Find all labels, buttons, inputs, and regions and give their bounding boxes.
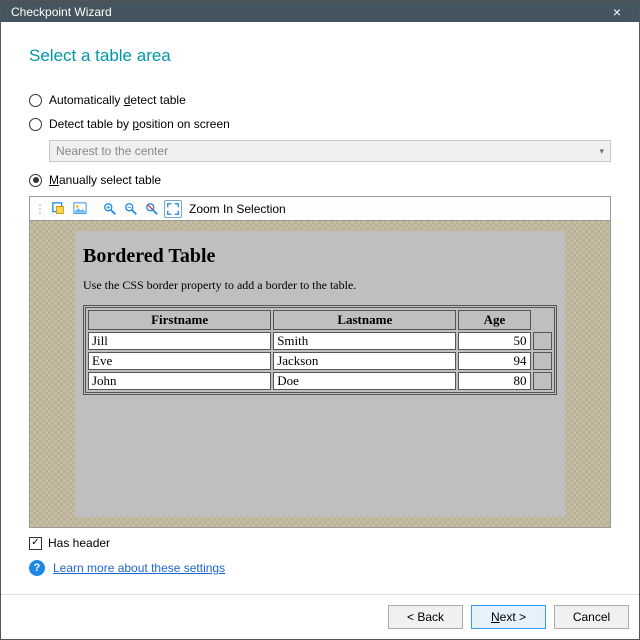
help-link[interactable]: Learn more about these settings	[53, 561, 225, 575]
next-button[interactable]: Next >	[471, 605, 546, 629]
chevron-down-icon: ▾	[599, 146, 604, 157]
preview-page: Bordered Table Use the CSS border proper…	[75, 231, 565, 517]
zoom-fit-icon[interactable]	[164, 200, 182, 218]
back-button[interactable]: < Back	[388, 605, 463, 629]
zoom-in-icon[interactable]	[101, 200, 119, 218]
help-icon[interactable]: ?	[29, 560, 45, 576]
capture-region-icon[interactable]	[50, 200, 68, 218]
page-heading: Select a table area	[29, 46, 611, 66]
zoom-out-icon[interactable]	[122, 200, 140, 218]
close-icon[interactable]: ×	[605, 4, 629, 20]
help-row: ? Learn more about these settings	[29, 560, 611, 576]
sample-table[interactable]: Firstname Lastname Age Jill Smith 50 Eve	[83, 305, 557, 395]
capture-image-icon[interactable]	[71, 200, 89, 218]
titlebar: Checkpoint Wizard ×	[1, 1, 639, 22]
checkpoint-wizard-window: Checkpoint Wizard × Select a table area …	[0, 0, 640, 640]
table-row: Jill Smith 50	[88, 332, 552, 350]
has-header-label: Has header	[48, 536, 110, 550]
cancel-button[interactable]: Cancel	[554, 605, 629, 629]
option-auto-label: Automatically detect table	[49, 93, 186, 107]
radio-icon	[29, 94, 42, 107]
table-row: John Doe 80	[88, 372, 552, 390]
grip-icon: ⋮	[34, 202, 45, 216]
zoom-label: Zoom In Selection	[189, 202, 286, 216]
option-auto-detect[interactable]: Automatically detect table	[29, 93, 611, 107]
wizard-body: Select a table area Automatically detect…	[1, 22, 639, 594]
radio-icon	[29, 174, 42, 187]
preview-canvas[interactable]: Bordered Table Use the CSS border proper…	[30, 221, 610, 527]
col-firstname: Firstname	[88, 310, 271, 330]
zoom-reset-icon[interactable]	[143, 200, 161, 218]
dropdown-value: Nearest to the center	[56, 144, 168, 158]
col-lastname: Lastname	[273, 310, 456, 330]
checkbox-icon: ✓	[29, 537, 42, 550]
option-by-position[interactable]: Detect table by position on screen	[29, 117, 611, 131]
table-row: Eve Jackson 94	[88, 352, 552, 370]
position-dropdown: Nearest to the center ▾	[49, 140, 611, 162]
window-title: Checkpoint Wizard	[11, 5, 605, 19]
has-header-checkbox[interactable]: ✓ Has header	[29, 536, 611, 550]
option-manual-label: Manually select table	[49, 173, 161, 187]
option-bypos-label: Detect table by position on screen	[49, 117, 230, 131]
sample-subtitle: Use the CSS border property to add a bor…	[83, 278, 557, 293]
wizard-footer: < Back Next > Cancel	[1, 594, 639, 639]
radio-icon	[29, 118, 42, 131]
sample-title: Bordered Table	[83, 245, 557, 268]
col-age: Age	[458, 310, 530, 330]
preview-panel: ⋮ Zoom In Selection Bordered Table Use t…	[29, 196, 611, 528]
option-manual[interactable]: Manually select table	[29, 173, 611, 187]
table-header-row: Firstname Lastname Age	[88, 310, 552, 330]
preview-toolbar: ⋮ Zoom In Selection	[30, 197, 610, 221]
